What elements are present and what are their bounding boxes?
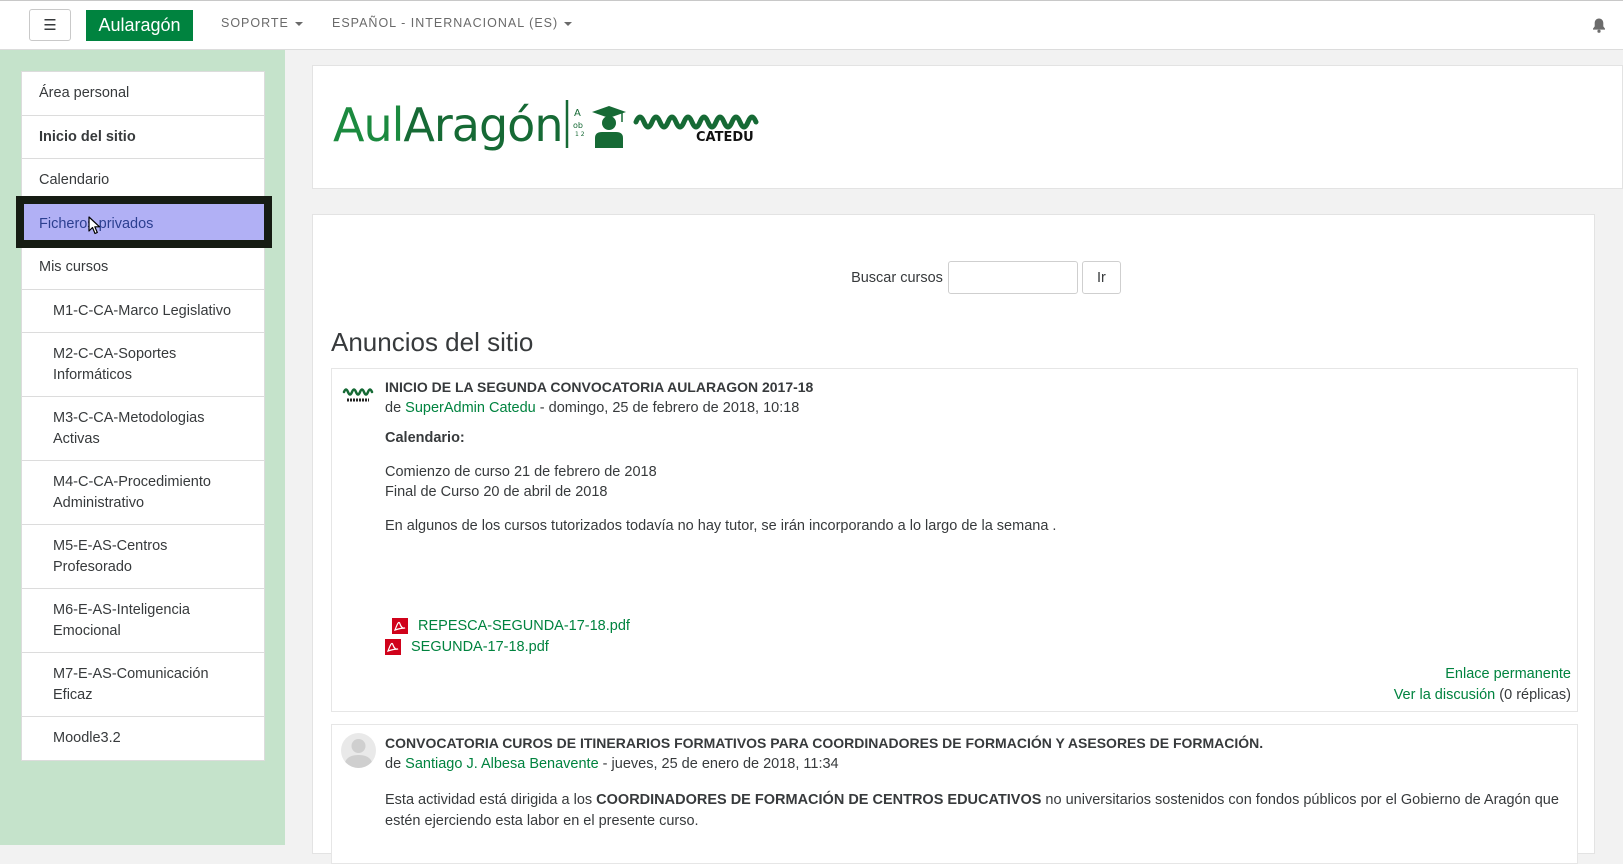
svg-text:ob: ob: [573, 121, 583, 130]
post-byline-prefix: de: [385, 755, 406, 772]
attachment-item[interactable]: REPESCA-SEGUNDA-17-18.pdf: [385, 616, 1569, 637]
drawer-item-course-m6[interactable]: M6-E-AS-Inteligencia Emocional: [22, 589, 264, 653]
logo-wordmark: AulAragón: [333, 98, 563, 152]
post-author-link[interactable]: SuperAdmin Catedu: [405, 400, 536, 416]
post-text-line: Comienzo de curso 21 de febrero de 2018: [385, 463, 657, 480]
catedu-badge-label: CATEDU: [696, 130, 754, 145]
post-body: CONVOCATORIA CUROS DE ITINERARIOS FORMAT…: [385, 733, 1569, 831]
nav-drawer: Área personal Inicio del sitio Calendari…: [0, 50, 285, 845]
reply-count: (0 réplicas): [1495, 686, 1571, 703]
caret-down-icon: [564, 21, 573, 26]
attachment-link[interactable]: SEGUNDA-17-18.pdf: [411, 637, 549, 658]
menu-language[interactable]: ESPAÑOL - INTERNACIONAL (ES): [332, 16, 573, 30]
svg-text:A: A: [574, 108, 581, 119]
post-text-line: Final de Curso 20 de abril de 2018: [385, 484, 608, 500]
default-user-icon: [344, 739, 373, 768]
course-search-button[interactable]: Ir: [1081, 261, 1121, 294]
post-date: - jueves, 25 de enero de 2018, 11:34: [598, 755, 839, 772]
drawer-item-area-personal[interactable]: Área personal: [22, 72, 264, 116]
drawer-item-course-moodle[interactable]: Moodle3.2: [22, 717, 264, 760]
forum-post: INICIO DE LA SEGUNDA CONVOCATORIA AULARA…: [331, 368, 1578, 712]
menu-language-label: ESPAÑOL - INTERNACIONAL (ES): [332, 16, 559, 30]
post-text-bold: COORDINADORES DE FORMACIÓN DE CENTROS ED…: [596, 792, 1042, 808]
drawer-item-course-m2[interactable]: M2-C-CA-Soportes Informáticos: [22, 333, 264, 397]
logo-wordmark-part1: Aul: [333, 98, 404, 152]
notification-bell-icon[interactable]: [1591, 17, 1607, 33]
drawer-item-course-m7[interactable]: M7-E-AS-Comunicación Eficaz: [22, 653, 264, 717]
pdf-file-icon: [385, 638, 401, 655]
drawer-item-inicio-del-sitio[interactable]: Inicio del sitio: [22, 116, 264, 159]
svg-text:1 2: 1 2: [575, 131, 585, 138]
menu-soporte[interactable]: SOPORTE: [221, 16, 303, 30]
catedu-avatar-icon[interactable]: [342, 386, 374, 406]
menu-toggle-button[interactable]: ☰: [29, 9, 71, 41]
attachment-link[interactable]: REPESCA-SEGUNDA-17-18.pdf: [418, 616, 630, 637]
drawer-nav-list: Área personal Inicio del sitio Calendari…: [21, 71, 265, 761]
pdf-file-icon: [392, 618, 408, 635]
post-text-part: Esta actividad está dirigida a los: [385, 792, 597, 808]
section-title: Anuncios del sitio: [331, 327, 534, 357]
course-search-label: Buscar cursos: [851, 269, 943, 286]
forum-post: CONVOCATORIA CUROS DE ITINERARIOS FORMAT…: [331, 724, 1578, 864]
logo-wordmark-part2: Aragón: [403, 98, 563, 152]
post-subject: CONVOCATORIA CUROS DE ITINERARIOS FORMAT…: [385, 735, 1264, 751]
post-footer-links: Enlace permanente Ver la discusión (0 ré…: [1394, 664, 1571, 705]
drawer-item-course-m4[interactable]: M4-C-CA-Procedimiento Administrativo: [22, 461, 264, 525]
site-brand-link[interactable]: Aularagón: [86, 10, 193, 41]
top-navbar: ☰ Aularagón SOPORTE ESPAÑOL - INTERNACIO…: [0, 0, 1623, 50]
post-body: INICIO DE LA SEGUNDA CONVOCATORIA AULARA…: [385, 377, 1569, 657]
drawer-item-course-m5[interactable]: M5-E-AS-Centros Profesorado: [22, 525, 264, 589]
post-byline-prefix: de: [385, 399, 406, 416]
caret-down-icon: [294, 21, 303, 26]
drawer-item-course-m3[interactable]: M3-C-CA-Metodologias Activas: [22, 397, 264, 461]
post-author-link[interactable]: Santiago J. Albesa Benavente: [405, 756, 598, 772]
discussion-row: Ver la discusión (0 réplicas): [1394, 685, 1571, 706]
post-byline: de Santiago J. Albesa Benavente - jueves…: [385, 754, 1569, 775]
view-discussion-link[interactable]: Ver la discusión: [1394, 687, 1496, 703]
user-avatar-icon[interactable]: [341, 733, 376, 768]
post-date: - domingo, 25 de febrero de 2018, 10:18: [535, 399, 800, 416]
drawer-item-course-m1[interactable]: M1-C-CA-Marco Legislativo: [22, 290, 264, 333]
post-heading: Calendario:: [385, 430, 465, 446]
course-search-form: Buscar cursos Ir: [313, 261, 1594, 294]
post-subject: INICIO DE LA SEGUNDA CONVOCATORIA AULARA…: [385, 379, 814, 395]
post-attachments: REPESCA-SEGUNDA-17-18.pdf SEGUNDA-17-18.…: [385, 616, 1569, 657]
post-byline: de SuperAdmin Catedu - domingo, 25 de fe…: [385, 398, 1569, 419]
drawer-item-ficheros-privados[interactable]: Ficheros privados: [22, 202, 264, 246]
menu-soporte-label: SOPORTE: [221, 16, 289, 30]
drawer-item-calendario[interactable]: Calendario: [22, 159, 264, 203]
student-graduate-icon: A ob 1 2: [566, 100, 627, 148]
site-logo-card: AulAragón A ob 1 2 CATEDU: [312, 65, 1623, 189]
post-text: Esta actividad está dirigida a los COORD…: [385, 790, 1569, 831]
course-search-input[interactable]: [947, 261, 1078, 294]
hamburger-icon: ☰: [43, 17, 57, 34]
main-content-card: Buscar cursos Ir Anuncios del sitio INIC…: [312, 214, 1595, 864]
attachment-item[interactable]: SEGUNDA-17-18.pdf: [385, 637, 1569, 658]
post-text-line: En algunos de los cursos tutorizados tod…: [385, 517, 1057, 534]
permalink-link[interactable]: Enlace permanente: [1394, 664, 1571, 685]
drawer-item-mis-cursos[interactable]: Mis cursos: [22, 246, 264, 290]
